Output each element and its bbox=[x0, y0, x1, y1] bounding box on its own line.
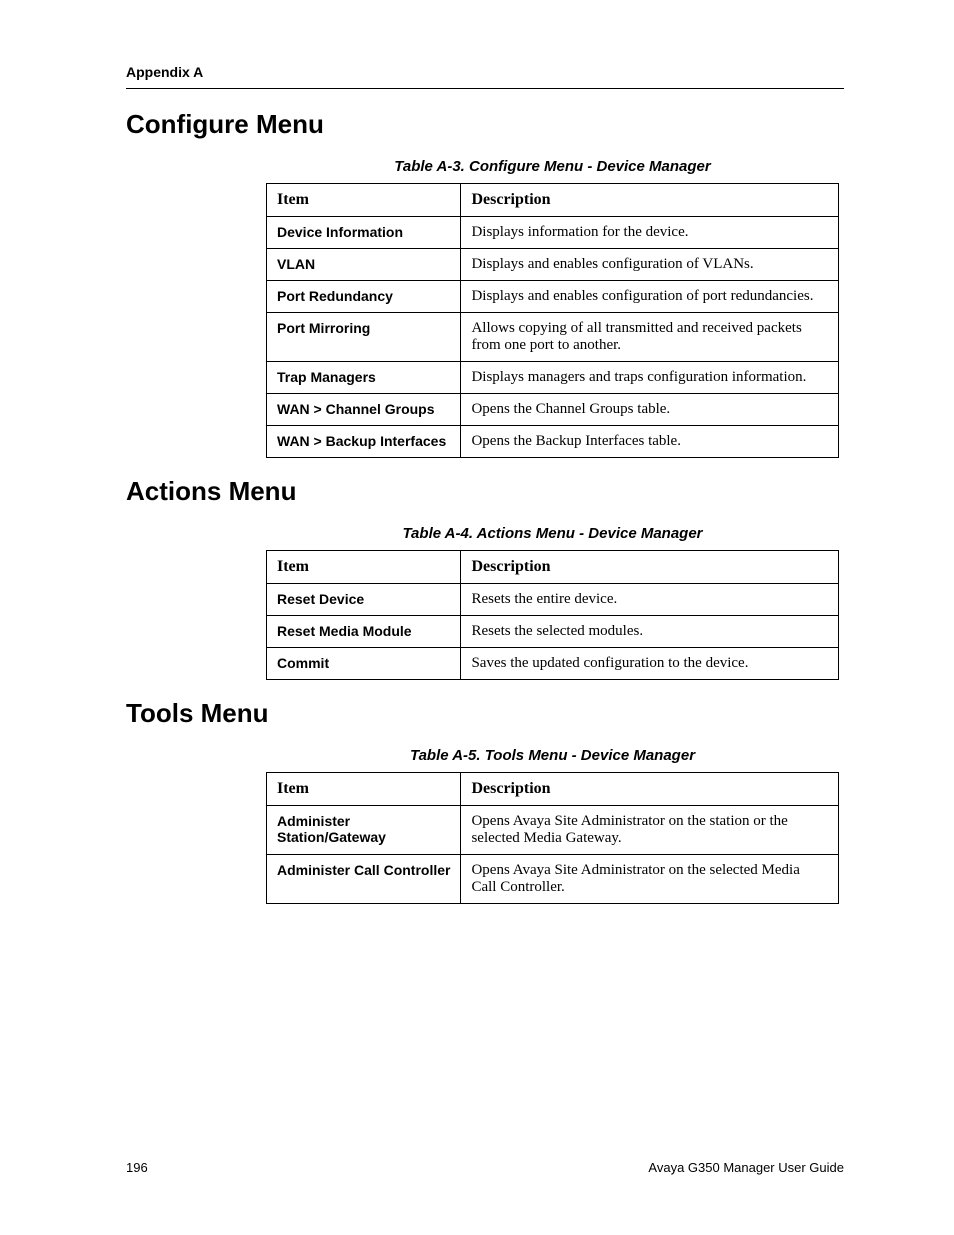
table-row: CommitSaves the updated configuration to… bbox=[267, 648, 839, 680]
item-cell: Administer Station/Gateway bbox=[267, 806, 461, 855]
col-description: Description bbox=[461, 551, 839, 584]
desc-cell: Displays managers and traps configuratio… bbox=[461, 362, 839, 394]
item-cell: Reset Media Module bbox=[267, 616, 461, 648]
table-row: Trap ManagersDisplays managers and traps… bbox=[267, 362, 839, 394]
configure-table: Item Description Device InformationDispl… bbox=[266, 183, 839, 458]
table-row: Reset Media ModuleResets the selected mo… bbox=[267, 616, 839, 648]
item-cell: Device Information bbox=[267, 217, 461, 249]
desc-cell: Resets the selected modules. bbox=[461, 616, 839, 648]
tools-menu-heading: Tools Menu bbox=[126, 698, 844, 729]
table-row: Port RedundancyDisplays and enables conf… bbox=[267, 281, 839, 313]
running-header: Appendix A bbox=[126, 64, 844, 88]
table-row: WAN > Backup InterfacesOpens the Backup … bbox=[267, 426, 839, 458]
desc-cell: Opens the Channel Groups table. bbox=[461, 394, 839, 426]
item-cell: WAN > Backup Interfaces bbox=[267, 426, 461, 458]
table-row: Administer Station/GatewayOpens Avaya Si… bbox=[267, 806, 839, 855]
configure-table-wrap: Table A-3. Configure Menu - Device Manag… bbox=[266, 158, 839, 458]
desc-cell: Allows copying of all transmitted and re… bbox=[461, 313, 839, 362]
footer-guide: Avaya G350 Manager User Guide bbox=[648, 1160, 844, 1175]
table-row: Administer Call ControllerOpens Avaya Si… bbox=[267, 855, 839, 904]
table-row: WAN > Channel GroupsOpens the Channel Gr… bbox=[267, 394, 839, 426]
table-header-row: Item Description bbox=[267, 773, 839, 806]
item-cell: WAN > Channel Groups bbox=[267, 394, 461, 426]
desc-cell: Opens the Backup Interfaces table. bbox=[461, 426, 839, 458]
actions-menu-heading: Actions Menu bbox=[126, 476, 844, 507]
actions-table-wrap: Table A-4. Actions Menu - Device Manager… bbox=[266, 525, 839, 680]
table-row: Device InformationDisplays information f… bbox=[267, 217, 839, 249]
col-item: Item bbox=[267, 551, 461, 584]
col-item: Item bbox=[267, 184, 461, 217]
page-number: 196 bbox=[126, 1160, 148, 1175]
table-header-row: Item Description bbox=[267, 551, 839, 584]
configure-table-caption: Table A-3. Configure Menu - Device Manag… bbox=[266, 158, 839, 175]
tools-table: Item Description Administer Station/Gate… bbox=[266, 772, 839, 904]
actions-table-caption: Table A-4. Actions Menu - Device Manager bbox=[266, 525, 839, 542]
configure-menu-heading: Configure Menu bbox=[126, 109, 844, 140]
desc-cell: Displays and enables configuration of VL… bbox=[461, 249, 839, 281]
table-row: VLANDisplays and enables configuration o… bbox=[267, 249, 839, 281]
page: Appendix A Configure Menu Table A-3. Con… bbox=[0, 0, 954, 1235]
table-row: Reset DeviceResets the entire device. bbox=[267, 584, 839, 616]
tools-table-caption: Table A-5. Tools Menu - Device Manager bbox=[266, 747, 839, 764]
item-cell: VLAN bbox=[267, 249, 461, 281]
table-header-row: Item Description bbox=[267, 184, 839, 217]
item-cell: Administer Call Controller bbox=[267, 855, 461, 904]
col-description: Description bbox=[461, 184, 839, 217]
desc-cell: Opens Avaya Site Administrator on the se… bbox=[461, 855, 839, 904]
desc-cell: Saves the updated configuration to the d… bbox=[461, 648, 839, 680]
col-item: Item bbox=[267, 773, 461, 806]
item-cell: Port Mirroring bbox=[267, 313, 461, 362]
desc-cell: Displays information for the device. bbox=[461, 217, 839, 249]
actions-table: Item Description Reset DeviceResets the … bbox=[266, 550, 839, 680]
desc-cell: Resets the entire device. bbox=[461, 584, 839, 616]
item-cell: Commit bbox=[267, 648, 461, 680]
item-cell: Reset Device bbox=[267, 584, 461, 616]
tools-table-wrap: Table A-5. Tools Menu - Device Manager I… bbox=[266, 747, 839, 904]
header-rule bbox=[126, 88, 844, 89]
table-row: Port MirroringAllows copying of all tran… bbox=[267, 313, 839, 362]
desc-cell: Opens Avaya Site Administrator on the st… bbox=[461, 806, 839, 855]
page-footer: 196 Avaya G350 Manager User Guide bbox=[126, 1160, 844, 1175]
col-description: Description bbox=[461, 773, 839, 806]
item-cell: Trap Managers bbox=[267, 362, 461, 394]
desc-cell: Displays and enables configuration of po… bbox=[461, 281, 839, 313]
item-cell: Port Redundancy bbox=[267, 281, 461, 313]
